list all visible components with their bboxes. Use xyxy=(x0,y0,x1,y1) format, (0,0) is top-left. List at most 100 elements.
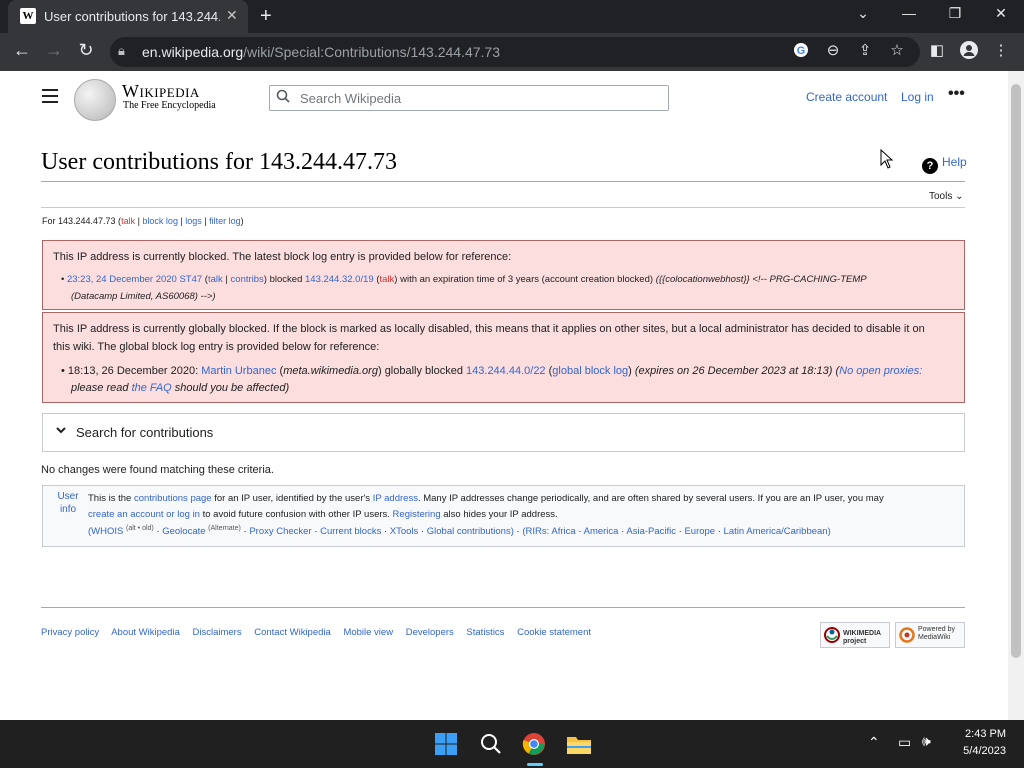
tab-close-icon[interactable]: ✕ xyxy=(226,7,238,24)
more-options-icon[interactable]: ••• xyxy=(948,85,965,103)
minimize-icon[interactable]: — xyxy=(894,5,924,21)
wikipedia-wordmark[interactable]: Wikipedia xyxy=(122,81,200,102)
footer-links: Privacy policy About Wikipedia Disclaime… xyxy=(41,627,601,638)
network-icon[interactable]: ▭ xyxy=(898,734,911,751)
chevron-down-icon[interactable] xyxy=(55,423,67,439)
scrollbar-thumb[interactable] xyxy=(1011,84,1021,658)
ip-address-link[interactable]: IP address xyxy=(373,493,418,504)
xtools-link[interactable]: XTools xyxy=(390,526,419,537)
footer-link-developers[interactable]: Developers xyxy=(406,627,454,638)
geolocate-link[interactable]: Geolocate xyxy=(162,526,205,537)
reload-icon[interactable]: ↻ xyxy=(74,40,98,61)
rir-europe-link[interactable]: Europe xyxy=(684,526,715,537)
tools-label: Tools xyxy=(929,191,953,202)
lock-icon[interactable]: 🔒︎ xyxy=(118,43,125,59)
rir-asia-link[interactable]: Asia-Pacific xyxy=(626,526,676,537)
global-block-time: 18:13, 26 December 2020: xyxy=(67,365,199,377)
range-talk-link[interactable]: talk xyxy=(380,274,395,285)
file-explorer-icon[interactable] xyxy=(566,732,592,756)
bookmark-star-icon[interactable]: ☆ xyxy=(886,41,908,59)
contributions-page-link[interactable]: contributions page xyxy=(134,493,212,504)
volume-icon[interactable]: 🕪︎ xyxy=(922,733,931,750)
global-blocker-link[interactable]: Martin Urbanec xyxy=(201,365,276,377)
title-divider xyxy=(41,181,965,182)
show-hidden-icons-icon[interactable]: ⌃ xyxy=(868,734,880,751)
create-account-or-login-link[interactable]: create an account or log in xyxy=(88,509,200,520)
no-open-proxies-link[interactable]: No open proxies: xyxy=(839,365,922,377)
footer-link-disclaimers[interactable]: Disclaimers xyxy=(193,627,242,638)
blocker-contribs-link[interactable]: contribs xyxy=(231,274,264,285)
search-input[interactable] xyxy=(298,89,662,108)
page-title: User contributions for 143.244.47.73 xyxy=(41,149,397,175)
chrome-taskbar-icon[interactable] xyxy=(522,732,548,756)
rir-africa-link[interactable]: Africa xyxy=(551,526,575,537)
info-text: for an IP user, identified by the user's xyxy=(214,493,371,504)
address-bar[interactable]: 🔒︎ en.wikipedia.org/wiki/Special:Contrib… xyxy=(110,37,920,67)
for-suffix: ) xyxy=(240,216,244,226)
logs-link[interactable]: logs xyxy=(185,216,202,226)
global-block-log-link[interactable]: global block log xyxy=(552,365,628,377)
side-panel-icon[interactable]: ◧ xyxy=(926,41,948,59)
windows-start-icon[interactable] xyxy=(434,732,460,756)
blocked-word: blocked xyxy=(269,274,303,285)
blocked-range-link[interactable]: 143.244.32.0/19 xyxy=(305,274,374,285)
filter-log-link[interactable]: filter log xyxy=(209,216,241,226)
close-window-icon[interactable]: ✕ xyxy=(986,5,1016,22)
block-entry-date-link[interactable]: 23:23, 24 December 2020 ST47 xyxy=(67,274,202,285)
search-contributions-label[interactable]: Search for contributions xyxy=(76,425,213,440)
browser-tab[interactable]: W User contributions for 143.244.47.73 ✕ xyxy=(8,0,248,33)
geolocate-alternate[interactable]: (Alternate) xyxy=(208,525,241,532)
global-range-link[interactable]: 143.244.44.0/22 xyxy=(466,365,546,377)
whois-link[interactable]: WHOIS xyxy=(91,526,123,537)
url-text[interactable]: en.wikipedia.org/wiki/Special:Contributi… xyxy=(142,44,500,60)
proxy-checker-link[interactable]: Proxy Checker xyxy=(249,526,311,537)
registering-link[interactable]: Registering xyxy=(393,509,441,520)
tools-dropdown[interactable]: Tools ⌄ xyxy=(929,191,964,202)
footer-link-cookies[interactable]: Cookie statement xyxy=(517,627,591,638)
create-account-link[interactable]: Create account xyxy=(806,90,887,104)
forward-icon[interactable]: → xyxy=(42,40,66,61)
faq-link[interactable]: the FAQ xyxy=(132,382,172,394)
search-contributions-section[interactable]: Search for contributions xyxy=(42,413,965,452)
taskbar-search-icon[interactable] xyxy=(479,732,505,756)
help-label: Help xyxy=(942,155,967,169)
wikimedia-project-badge[interactable]: WIKIMEDIA project xyxy=(820,622,890,648)
current-blocks-link[interactable]: Current blocks xyxy=(320,526,381,537)
global-block-entry-continued: please read the FAQ should you be affect… xyxy=(71,379,289,397)
help-link[interactable]: ? Help xyxy=(922,155,967,174)
footer-link-statistics[interactable]: Statistics xyxy=(466,627,504,638)
for-prefix: For 143.244.47.73 ( xyxy=(42,216,122,226)
footer-link-privacy[interactable]: Privacy policy xyxy=(41,627,99,638)
block-reason: ({{colocationwebhost}} <!-- PRG-CACHING-… xyxy=(655,274,867,285)
svg-text:G: G xyxy=(797,45,806,57)
meta-wiki: meta.wikimedia.org xyxy=(283,365,378,377)
footer-link-about[interactable]: About Wikipedia xyxy=(111,627,180,638)
footer-link-mobile[interactable]: Mobile view xyxy=(343,627,393,638)
main-menu-icon[interactable] xyxy=(42,89,58,107)
google-lens-icon[interactable]: G xyxy=(790,42,812,62)
zoom-icon[interactable]: ⊖ xyxy=(822,41,844,59)
profile-icon[interactable] xyxy=(958,41,980,63)
global-contributions-link[interactable]: Global contributions xyxy=(427,526,511,537)
wikipedia-globe-logo[interactable] xyxy=(74,79,116,121)
powered-by-mediawiki-badge[interactable]: Powered by MediaWiki xyxy=(895,622,965,648)
share-icon[interactable]: ⇪ xyxy=(854,41,876,59)
restore-icon[interactable]: ❐ xyxy=(940,5,970,22)
bullet: • xyxy=(61,365,68,377)
block-reason-continued: (Datacamp Limited, AS60068) -->) xyxy=(71,291,216,302)
talk-link[interactable]: talk xyxy=(121,216,135,226)
taskbar-clock-time[interactable]: 2:43 PM xyxy=(946,728,1006,740)
taskbar-clock-date[interactable]: 5/4/2023 xyxy=(946,745,1006,757)
footer-link-contact[interactable]: Contact Wikipedia xyxy=(254,627,331,638)
whois-alt-old[interactable]: (alt • old) xyxy=(126,525,154,532)
chrome-menu-icon[interactable]: ⋮ xyxy=(990,41,1012,59)
block-log-link[interactable]: block log xyxy=(142,216,178,226)
new-tab-icon[interactable]: + xyxy=(260,5,272,28)
blocker-talk-link[interactable]: talk xyxy=(208,274,223,285)
tab-search-chevron-icon[interactable]: ⌄ xyxy=(848,5,878,22)
back-icon[interactable]: ← xyxy=(10,40,34,61)
local-block-notice: This IP address is currently blocked. Th… xyxy=(42,240,965,310)
login-link[interactable]: Log in xyxy=(901,90,934,104)
rir-latam-link[interactable]: Latin America/Caribbean xyxy=(724,526,828,537)
rir-america-link[interactable]: America xyxy=(584,526,619,537)
